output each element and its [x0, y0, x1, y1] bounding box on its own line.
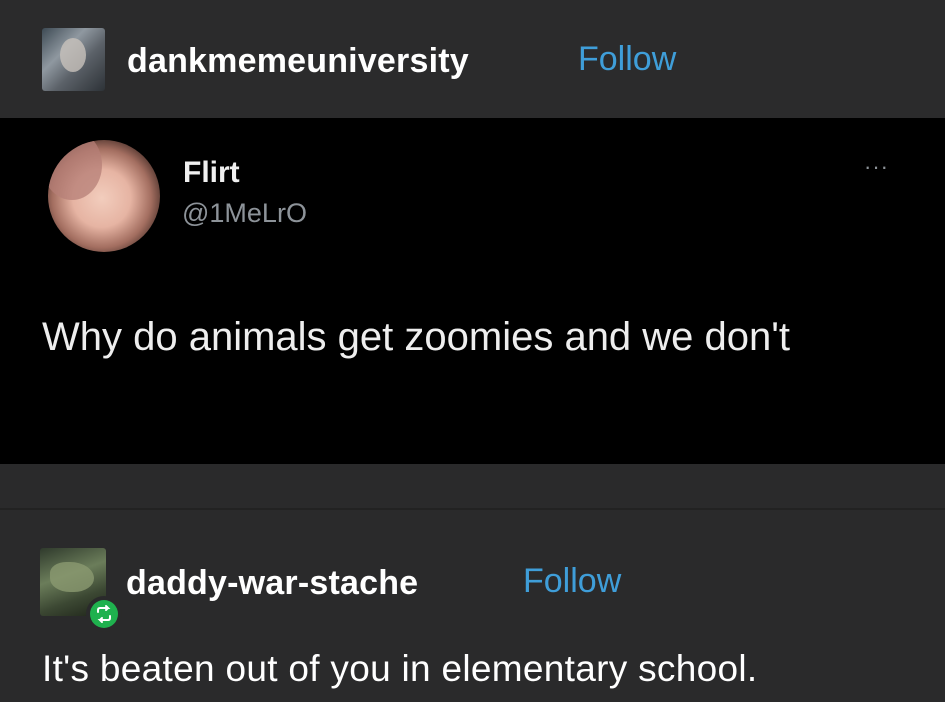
reblog-icon	[90, 600, 118, 628]
embedded-tweet: Flirt @1MeLrO ··· Why do animals get zoo…	[0, 118, 945, 464]
post-author-name[interactable]: dankmemeuniversity	[127, 42, 469, 81]
tweet-text: Why do animals get zoomies and we don't	[42, 315, 791, 359]
avatar-hair	[48, 140, 102, 200]
post-header: dankmemeuniversity Follow	[0, 0, 945, 118]
reblog-badge	[86, 596, 122, 632]
tweet-handle[interactable]: @1MeLrO	[182, 198, 307, 229]
follow-button[interactable]: Follow	[578, 40, 676, 79]
reply-follow-button[interactable]: Follow	[523, 562, 621, 601]
tweet-avatar[interactable]	[48, 140, 160, 252]
more-options-icon[interactable]: ···	[864, 154, 889, 180]
reply-author-name[interactable]: daddy-war-stache	[126, 564, 418, 603]
avatar-face	[60, 38, 86, 72]
avatar-figure	[50, 562, 94, 592]
reply-text: It's beaten out of you in elementary sch…	[42, 648, 758, 689]
tweet-display-name[interactable]: Flirt	[183, 156, 240, 190]
author-avatar[interactable]	[42, 28, 105, 91]
divider	[0, 508, 945, 510]
